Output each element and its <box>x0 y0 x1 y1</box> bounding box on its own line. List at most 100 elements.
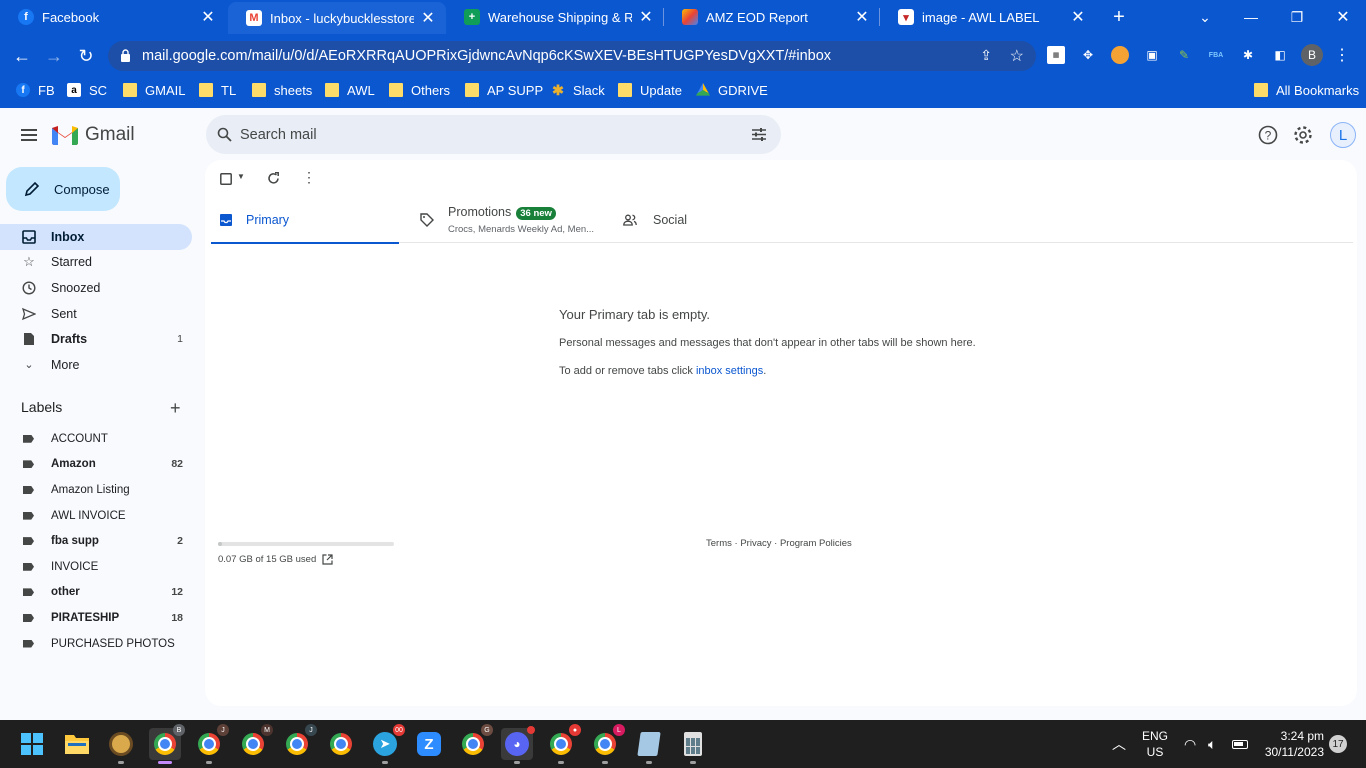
close-icon[interactable]: ✕ <box>638 7 654 27</box>
tab-awl-label[interactable]: ▾ image - AWL LABEL ✕ <box>880 0 1096 34</box>
tab-amz-eod-report[interactable]: AMZ EOD Report ✕ <box>664 0 880 34</box>
select-all-checkbox[interactable] <box>220 173 232 185</box>
fba-extension-icon[interactable]: FBA <box>1207 46 1225 64</box>
chrome-profile-b[interactable]: B <box>149 724 185 764</box>
chrome-profile-g[interactable]: G <box>457 724 493 760</box>
more-options-icon[interactable]: ⋮ <box>302 169 316 186</box>
terms-link[interactable]: Terms <box>706 538 732 549</box>
tab-social[interactable]: Social <box>623 196 783 243</box>
inbox-settings-link[interactable]: inbox settings <box>696 365 763 377</box>
zoom-app[interactable]: Z <box>413 728 445 760</box>
show-hidden-icons-chevron-icon[interactable]: ︿ <box>1112 720 1126 768</box>
storage-usage[interactable]: 0.07 GB of 15 GB used <box>218 554 333 565</box>
chrome-profile-j[interactable]: J <box>193 724 229 764</box>
bookmark-sc[interactable]: a SC <box>67 78 107 102</box>
tab-facebook[interactable]: f Facebook ✕ <box>0 0 226 34</box>
tab-primary[interactable]: Primary <box>211 196 399 244</box>
label-awl-invoice[interactable]: AWL INVOICE <box>0 503 200 529</box>
help-icon[interactable]: ? <box>1257 124 1279 146</box>
notification-center[interactable]: 17 <box>1329 720 1347 768</box>
main-menu-icon[interactable] <box>16 122 42 148</box>
label-fba-supp[interactable]: fba supp 2 <box>0 528 200 554</box>
extension-orange-icon[interactable] <box>1111 46 1129 64</box>
refresh-icon[interactable] <box>267 172 280 185</box>
file-explorer-app[interactable] <box>61 728 93 760</box>
search-input[interactable]: Search mail <box>206 115 781 154</box>
label-amazon-listing[interactable]: Amazon Listing <box>0 477 200 503</box>
label-pirateship[interactable]: PIRATESHIP 18 <box>0 605 200 631</box>
telegram-app[interactable]: ➤ 00 <box>369 724 405 764</box>
close-icon[interactable]: ✕ <box>1070 7 1086 27</box>
address-bar[interactable]: mail.google.com/mail/u/0/d/AEoRXRRqAUOPR… <box>108 41 1036 71</box>
chrome-profile-red[interactable]: ● <box>545 724 581 764</box>
program-policies-link[interactable]: Program Policies <box>780 538 852 549</box>
nav-inbox[interactable]: Inbox <box>0 224 192 250</box>
tab-gmail-inbox[interactable]: M Inbox - luckybucklesstore@g ✕ <box>228 2 446 34</box>
gmail-logo[interactable]: Gmail <box>52 124 135 146</box>
label-invoice[interactable]: INVOICE <box>0 554 200 580</box>
compose-button[interactable]: Compose <box>6 167 120 211</box>
chrome-profile-plain[interactable] <box>325 728 357 760</box>
nav-starred[interactable]: ☆ Starred <box>0 250 192 276</box>
language-indicator[interactable]: ENG US <box>1142 720 1168 768</box>
create-label-icon[interactable]: + <box>170 398 181 419</box>
calculator-app[interactable] <box>677 728 709 764</box>
forward-button[interactable]: → <box>40 42 68 70</box>
search-options-icon[interactable] <box>751 127 767 142</box>
chrome-profile-l[interactable]: L <box>589 724 625 764</box>
close-icon[interactable]: ✕ <box>854 7 870 27</box>
bookmark-fb[interactable]: f FB <box>16 78 55 102</box>
extension-puzzle-icon[interactable]: ✥ <box>1079 46 1097 64</box>
bookmark-slack[interactable]: ✱ Slack <box>551 78 605 102</box>
discord-app[interactable]: ◕ <box>501 726 535 764</box>
reload-button[interactable]: ↻ <box>72 42 100 70</box>
restore-button[interactable]: ❐ <box>1274 0 1320 34</box>
tab-warehouse-shipping[interactable]: + Warehouse Shipping & Rece ✕ <box>446 0 664 34</box>
bookmark-tl[interactable]: TL <box>199 78 236 102</box>
select-menu-chevron-icon[interactable]: ▼ <box>237 172 245 181</box>
taskbar-app-monkey[interactable] <box>105 728 137 764</box>
extension-icon[interactable]: ▦ <box>1047 46 1065 64</box>
profile-avatar[interactable]: B <box>1301 44 1323 66</box>
bookmark-gdrive[interactable]: GDRIVE <box>696 78 768 102</box>
volume-icon[interactable]: 🔈︎ <box>1208 720 1216 768</box>
clock[interactable]: 3:24 pm 30/11/2023 <box>1262 720 1324 768</box>
label-account[interactable]: ACCOUNT <box>0 426 200 452</box>
close-icon[interactable]: ✕ <box>200 7 216 27</box>
close-icon[interactable]: ✕ <box>420 8 436 28</box>
privacy-link[interactable]: Privacy <box>740 538 771 549</box>
picker-icon[interactable]: ✎ <box>1175 46 1193 64</box>
account-avatar[interactable]: L <box>1330 122 1356 148</box>
more-menu-icon[interactable]: ⋮ <box>1333 46 1351 64</box>
label-purchased-photos[interactable]: PURCHASED PHOTOS <box>0 631 200 657</box>
back-button[interactable]: ← <box>8 42 36 70</box>
bookmark-star-icon[interactable]: ☆ <box>1010 46 1024 66</box>
start-button[interactable] <box>16 728 48 760</box>
bookmark-ap-supp[interactable]: AP SUPP <box>465 78 543 102</box>
nav-snoozed[interactable]: Snoozed <box>0 275 192 301</box>
bookmark-others[interactable]: Others <box>389 78 450 102</box>
label-amazon[interactable]: Amazon 82 <box>0 452 200 478</box>
bookmark-update[interactable]: Update <box>618 78 682 102</box>
nav-more[interactable]: ⌄ More <box>0 352 192 378</box>
label-other[interactable]: other 12 <box>0 580 200 606</box>
open-external-icon[interactable] <box>322 554 333 565</box>
tab-search-button[interactable]: ⌄ <box>1182 0 1228 34</box>
settings-gear-icon[interactable] <box>1292 124 1314 146</box>
new-tab-button[interactable]: + <box>1096 0 1142 34</box>
window-close-button[interactable]: ✕ <box>1320 0 1366 34</box>
nav-drafts[interactable]: Drafts 1 <box>0 326 192 352</box>
notepad-app[interactable] <box>633 728 665 764</box>
battery-icon[interactable] <box>1232 720 1248 768</box>
share-icon[interactable]: ⇪ <box>980 47 992 64</box>
side-panel-icon[interactable]: ◧ <box>1271 46 1289 64</box>
all-bookmarks[interactable]: All Bookmarks <box>1254 78 1359 102</box>
wifi-icon[interactable]: ◠ <box>1184 720 1196 768</box>
chrome-profile-j2[interactable]: J <box>281 724 317 760</box>
minimize-button[interactable]: — <box>1228 0 1274 34</box>
extensions-icon[interactable]: ✱ <box>1239 46 1257 64</box>
bookmark-sheets[interactable]: sheets <box>252 78 312 102</box>
tab-promotions[interactable]: Promotions 36 new Crocs, Menards Weekly A… <box>420 196 610 243</box>
camera-icon[interactable]: ▣ <box>1143 46 1161 64</box>
bookmark-gmail[interactable]: GMAIL <box>123 78 185 102</box>
